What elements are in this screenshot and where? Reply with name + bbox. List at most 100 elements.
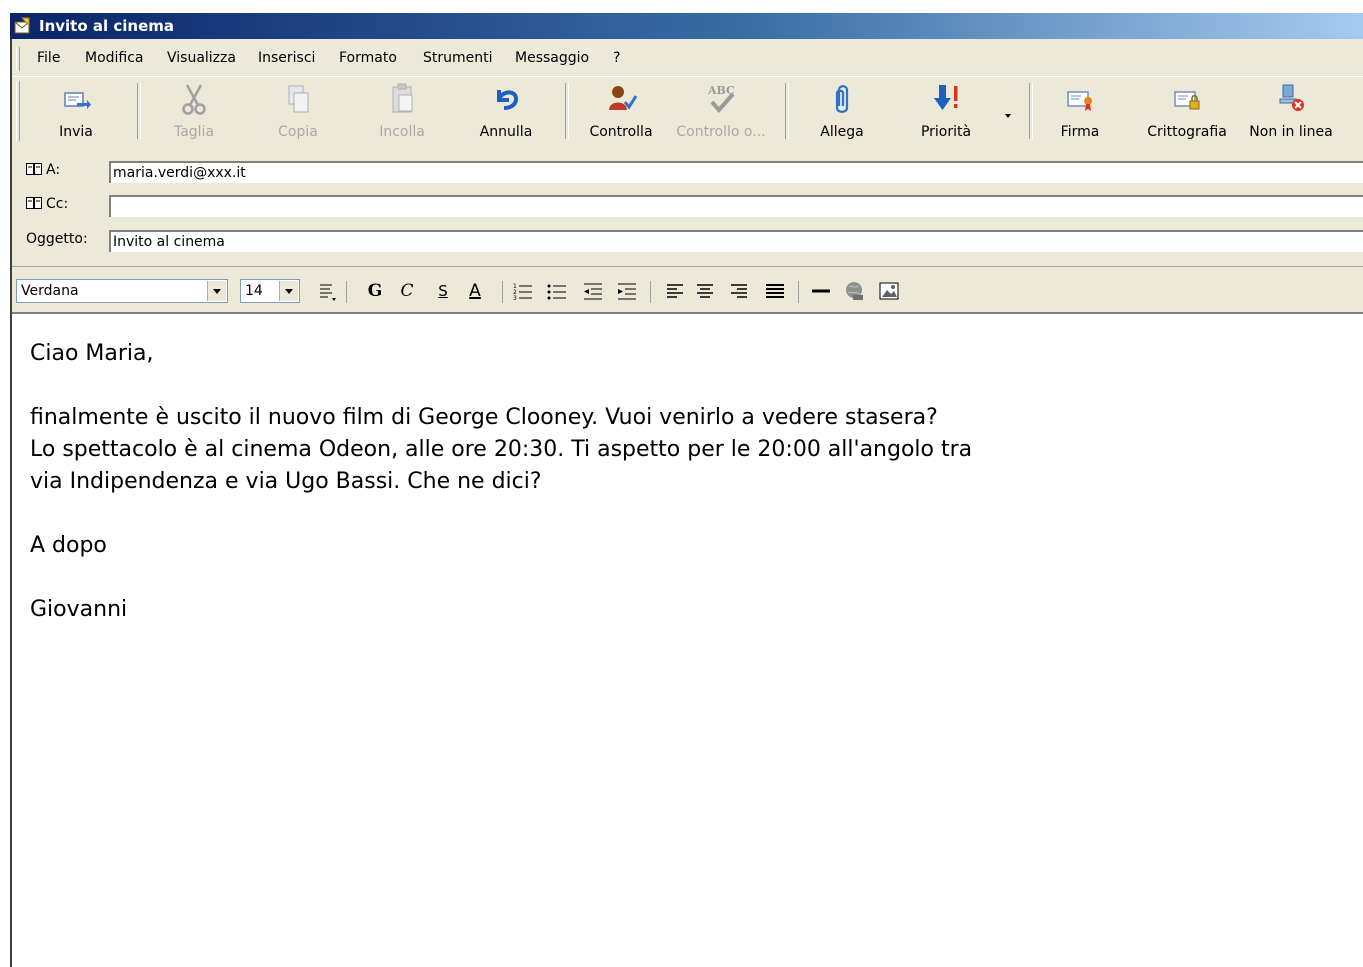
spell-check-label: Controllo o...: [676, 124, 766, 140]
menu-inserisci[interactable]: Inserisci: [258, 50, 315, 66]
priority-icon: [934, 85, 958, 110]
spell-check-button[interactable]: ABC Controllo o...: [673, 80, 769, 144]
main-toolbar: Invia Taglia Copia Incolla Annulla Contr…: [13, 76, 1363, 147]
font-size-value: 14: [245, 283, 263, 299]
title-bar[interactable]: Invito al cinema: [10, 13, 1363, 39]
menu-file[interactable]: File: [37, 50, 60, 66]
font-size-select[interactable]: 14: [240, 279, 300, 303]
cut-label: Taglia: [173, 124, 215, 140]
compose-window: Invito al cinema File Modifica Visualizz…: [0, 0, 1363, 967]
priority-button[interactable]: Priorità: [909, 80, 983, 144]
body-line-1: finalmente è uscito il nuovo film di Geo…: [30, 405, 938, 430]
top-margin: [0, 0, 1363, 13]
bullet-list-icon[interactable]: [546, 280, 568, 302]
greeting-line: Ciao Maria,: [30, 341, 154, 366]
chevron-down-icon[interactable]: [279, 281, 298, 301]
format-separator: [346, 281, 347, 303]
priority-dropdown-icon[interactable]: [1003, 109, 1013, 118]
encrypt-button[interactable]: Crittografia: [1139, 80, 1235, 144]
paperclip-icon: [835, 85, 849, 113]
to-label-text: A:: [46, 162, 61, 178]
menu-messaggio[interactable]: Messaggio: [515, 50, 589, 66]
sign-button[interactable]: Firma: [1043, 80, 1117, 144]
menu-strumenti[interactable]: Strumenti: [423, 50, 493, 66]
toolbar-separator: [1029, 83, 1033, 139]
toolbar-grip[interactable]: [16, 81, 20, 141]
signature-line: Giovanni: [30, 597, 128, 622]
menu-bar: File Modifica Visualizza Inserisci Forma…: [13, 44, 1363, 74]
numbered-list-icon[interactable]: 123: [512, 280, 534, 302]
scissors-icon: [182, 84, 206, 115]
sign-label: Firma: [1060, 124, 1100, 140]
encrypt-label: Crittografia: [1147, 124, 1227, 140]
toolbar-separator: [785, 83, 789, 139]
font-name-select[interactable]: Verdana: [16, 279, 228, 303]
align-left-icon[interactable]: [664, 280, 686, 302]
certificate-icon: [1067, 91, 1092, 111]
subject-row: Oggetto: Invito al cinema: [12, 223, 1363, 257]
cc-label-text: Cc:: [46, 196, 69, 212]
formatting-toolbar: Verdana 14 G C S A 123: [12, 266, 1363, 311]
align-center-icon[interactable]: [694, 280, 716, 302]
font-name-value: Verdana: [21, 283, 79, 299]
copy-icon: [288, 85, 309, 113]
menu-help[interactable]: ?: [613, 50, 620, 66]
check-names-icon: [609, 86, 638, 110]
message-text: Ciao Maria, finalmente è uscito il nuovo…: [30, 338, 972, 626]
send-icon: [64, 92, 91, 109]
message-body[interactable]: Ciao Maria, finalmente è uscito il nuovo…: [12, 312, 1363, 967]
copy-label: Copia: [278, 124, 318, 140]
work-offline-label: Non in linea: [1249, 124, 1333, 140]
paste-label: Incolla: [379, 124, 425, 140]
cc-label[interactable]: Cc:: [26, 196, 68, 212]
cc-field[interactable]: [109, 195, 1363, 217]
send-button[interactable]: Invia: [39, 80, 113, 144]
to-field[interactable]: maria.verdi@xxx.it: [109, 161, 1363, 183]
cut-button[interactable]: Taglia: [157, 80, 231, 144]
to-label[interactable]: A:: [26, 162, 60, 178]
align-right-icon[interactable]: [728, 280, 750, 302]
spell-check-icon: ABC: [707, 84, 735, 114]
menubar-grip[interactable]: [16, 47, 20, 71]
insert-picture-icon[interactable]: [878, 280, 900, 302]
closing-line: A dopo: [30, 533, 107, 558]
toolbar-separator: [565, 83, 569, 139]
font-color-button[interactable]: A: [464, 280, 486, 302]
menu-modifica[interactable]: Modifica: [85, 50, 144, 66]
work-offline-button[interactable]: Non in linea: [1243, 80, 1339, 144]
body-line-3: via Indipendenza e via Ugo Bassi. Che ne…: [30, 469, 542, 494]
envelope-app-icon: [14, 17, 30, 34]
italic-button[interactable]: C: [396, 280, 418, 302]
send-label: Invia: [59, 124, 93, 140]
underline-button[interactable]: S: [432, 280, 454, 302]
to-row: A: maria.verdi@xxx.it: [12, 154, 1363, 188]
increase-indent-icon[interactable]: [616, 280, 638, 302]
offline-icon: [1279, 84, 1304, 111]
hyperlink-globe-icon[interactable]: [844, 280, 866, 302]
toolbar-separator: [137, 83, 141, 139]
subject-field[interactable]: Invito al cinema: [109, 230, 1363, 252]
attach-button[interactable]: Allega: [805, 80, 879, 144]
menu-visualizza[interactable]: Visualizza: [167, 50, 236, 66]
bold-button[interactable]: G: [364, 280, 386, 302]
cc-row: Cc:: [12, 188, 1363, 222]
encrypt-lock-icon: [1174, 91, 1200, 110]
horizontal-line-icon[interactable]: [810, 280, 832, 302]
justify-icon[interactable]: [764, 280, 786, 302]
body-line-2: Lo spettacolo è al cinema Odeon, alle or…: [30, 437, 973, 462]
paste-button[interactable]: Incolla: [365, 80, 439, 144]
undo-label: Annulla: [479, 124, 533, 140]
priority-label: Priorità: [920, 124, 972, 140]
message-headers: A: maria.verdi@xxx.it Cc: Oggetto: Invit…: [12, 148, 1363, 260]
check-names-button[interactable]: Controlla: [581, 80, 661, 144]
decrease-indent-icon[interactable]: [582, 280, 604, 302]
chevron-down-icon[interactable]: [207, 281, 226, 301]
paragraph-style-icon[interactable]: [316, 280, 338, 302]
menu-formato[interactable]: Formato: [339, 50, 397, 66]
format-separator: [502, 281, 503, 303]
check-names-label: Controlla: [589, 124, 653, 140]
copy-button[interactable]: Copia: [261, 80, 335, 144]
undo-icon: [497, 90, 518, 110]
undo-button[interactable]: Annulla: [469, 80, 543, 144]
window-title: Invito al cinema: [39, 17, 174, 35]
